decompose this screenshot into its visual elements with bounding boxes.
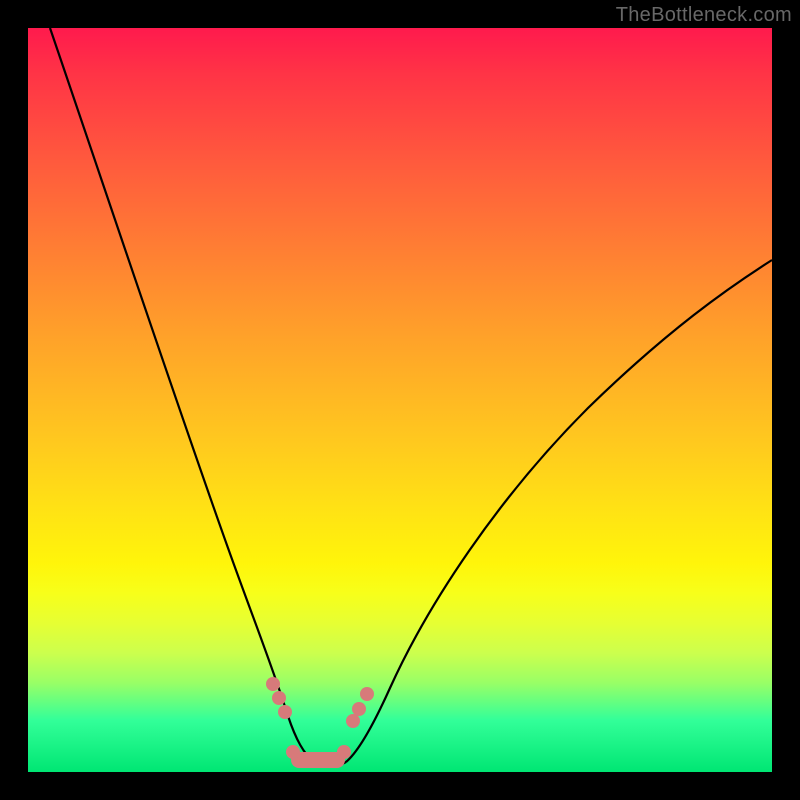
curve-right-branch	[346, 260, 772, 762]
marker-floor-left-cap	[286, 745, 300, 759]
marker-dot-right-1	[346, 714, 360, 728]
marker-dot-left-3	[278, 705, 292, 719]
marker-dot-right-2	[352, 702, 366, 716]
marker-dot-left-2	[272, 691, 286, 705]
curve-left-branch	[50, 28, 314, 762]
marker-dot-right-3	[360, 687, 374, 701]
marker-dot-left-1	[266, 677, 280, 691]
chart-svg	[28, 28, 772, 772]
watermark-text: TheBottleneck.com	[616, 4, 792, 27]
chart-plot-area	[28, 28, 772, 772]
marker-floor-right-cap	[337, 745, 351, 759]
